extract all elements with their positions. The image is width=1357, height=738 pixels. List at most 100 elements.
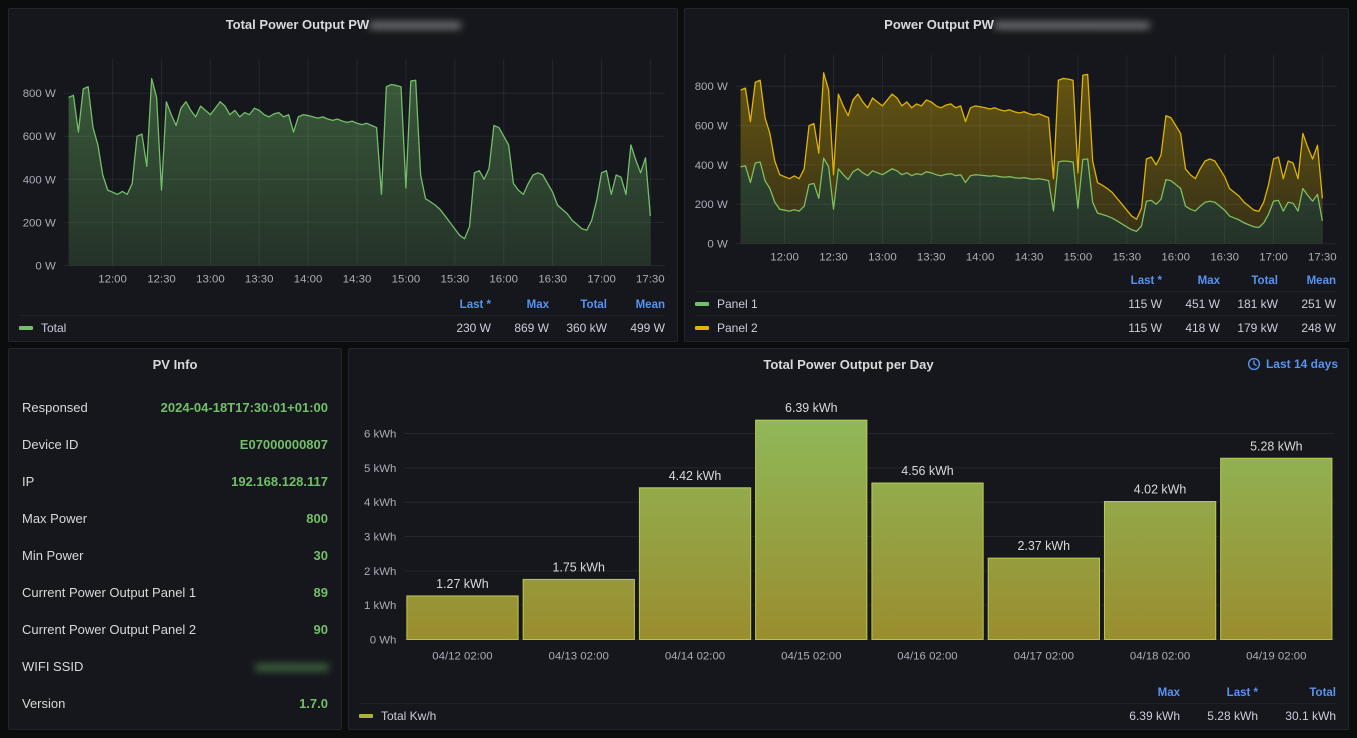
info-row-min-power: Min Power 30: [9, 537, 341, 574]
info-value: 1.7.0: [299, 696, 328, 711]
svg-text:15:30: 15:30: [1113, 251, 1142, 263]
panel-power-output-panels: Power Output PWwwwwwwwwwwwwwwwww 0 W200 …: [684, 8, 1349, 342]
legend-power-output: Last * Max Total Mean Panel 1 115 W 451 …: [695, 271, 1336, 339]
info-value: 192.168.128.117: [231, 474, 328, 489]
svg-text:17:00: 17:00: [1259, 251, 1288, 263]
svg-text:04/19 02:00: 04/19 02:00: [1246, 650, 1306, 662]
info-value: 800: [306, 511, 328, 526]
legend-stat-header-max[interactable]: Max: [1162, 275, 1220, 287]
svg-text:14:30: 14:30: [343, 273, 372, 285]
info-value: 90: [314, 622, 328, 637]
info-value: E07000000807: [240, 437, 328, 452]
svg-text:17:30: 17:30: [636, 273, 665, 285]
svg-text:15:30: 15:30: [441, 273, 470, 285]
svg-text:16:00: 16:00: [489, 273, 518, 285]
svg-text:1.27 kWh: 1.27 kWh: [436, 577, 489, 591]
svg-text:0 Wh: 0 Wh: [370, 634, 397, 646]
svg-text:04/17 02:00: 04/17 02:00: [1014, 650, 1074, 662]
svg-text:800 W: 800 W: [23, 88, 56, 100]
svg-text:04/16 02:00: 04/16 02:00: [897, 650, 957, 662]
stat-last-panel-2: 115 W: [1104, 321, 1162, 335]
svg-text:6.39 kWh: 6.39 kWh: [785, 401, 838, 415]
svg-text:17:00: 17:00: [587, 273, 616, 285]
legend-stat-header-total[interactable]: Total: [1258, 687, 1336, 699]
svg-text:16:30: 16:30: [538, 273, 567, 285]
info-label: Responsed: [22, 400, 88, 415]
legend-stat-header-mean[interactable]: Mean: [607, 299, 665, 311]
series-name-total-kwh[interactable]: Total Kw/h: [381, 709, 436, 723]
info-value: 89: [314, 585, 328, 600]
svg-text:200 W: 200 W: [695, 199, 728, 211]
legend-stat-header-last[interactable]: Last *: [1104, 275, 1162, 287]
svg-text:4 kWh: 4 kWh: [364, 497, 396, 509]
svg-text:16:30: 16:30: [1210, 251, 1239, 263]
series-name-total[interactable]: Total: [41, 321, 66, 335]
legend-item-panel-2[interactable]: Panel 2 115 W 418 W 179 kW 248 W: [695, 315, 1336, 339]
total-power-time-series-chart[interactable]: 0 W200 W400 W600 W800 W12:0012:3013:0013…: [9, 9, 677, 341]
svg-text:04/13 02:00: 04/13 02:00: [549, 650, 609, 662]
legend-item-total[interactable]: Total 230 W 869 W 360 kW 499 W: [19, 315, 665, 339]
info-label: WIFI SSID: [22, 659, 83, 674]
panel-header-pv-info[interactable]: PV Info: [9, 349, 341, 379]
svg-text:0 W: 0 W: [707, 239, 728, 251]
legend-stats-header: Last * Max Total Mean: [695, 271, 1336, 291]
info-row-current-power-panel-2: Current Power Output Panel 2 90: [9, 611, 341, 648]
stat-mean-panel-2: 248 W: [1278, 321, 1336, 335]
svg-text:15:00: 15:00: [392, 273, 421, 285]
legend-stats-header: Last * Max Total Mean: [19, 295, 665, 315]
svg-text:400 W: 400 W: [23, 174, 56, 186]
svg-text:3 kWh: 3 kWh: [364, 531, 396, 543]
svg-text:15:00: 15:00: [1064, 251, 1093, 263]
stat-last-kwh: 5.28 kWh: [1180, 709, 1258, 723]
svg-text:14:00: 14:00: [294, 273, 323, 285]
svg-text:2.37 kWh: 2.37 kWh: [1018, 539, 1071, 553]
stat-total-total: 360 kW: [549, 321, 607, 335]
legend-stat-header-mean[interactable]: Mean: [1278, 275, 1336, 287]
info-value: 2024-04-18T17:30:01+01:00: [161, 400, 328, 415]
svg-text:17:30: 17:30: [1308, 251, 1337, 263]
info-label: Max Power: [22, 511, 87, 526]
series-swatch-panel-1: [695, 302, 709, 306]
panel-power-per-day: Total Power Output per Day Last 14 days …: [348, 348, 1349, 730]
panel-pv-info: PV Info Responsed 2024-04-18T17:30:01+01…: [8, 348, 342, 730]
svg-text:04/12 02:00: 04/12 02:00: [432, 650, 492, 662]
legend-stat-header-last[interactable]: Last *: [433, 299, 491, 311]
legend-stat-header-total[interactable]: Total: [1220, 275, 1278, 287]
info-row-responsed: Responsed 2024-04-18T17:30:01+01:00: [9, 389, 341, 426]
legend-item-total-kwh[interactable]: Total Kw/h 6.39 kWh 5.28 kWh 30.1 kWh: [359, 703, 1336, 727]
svg-text:14:00: 14:00: [966, 251, 995, 263]
svg-text:600 W: 600 W: [23, 131, 56, 143]
info-label: Device ID: [22, 437, 78, 452]
info-row-version: Version 1.7.0: [9, 685, 341, 722]
legend-item-panel-1[interactable]: Panel 1 115 W 451 W 181 kW 251 W: [695, 291, 1336, 315]
stat-total-kwh: 30.1 kWh: [1258, 709, 1336, 723]
info-row-ip: IP 192.168.128.117: [9, 463, 341, 500]
svg-text:13:00: 13:00: [868, 251, 897, 263]
legend-stat-header-max[interactable]: Max: [491, 299, 549, 311]
info-row-max-power: Max Power 800: [9, 500, 341, 537]
svg-text:12:00: 12:00: [98, 273, 127, 285]
series-name-panel-2[interactable]: Panel 2: [717, 321, 758, 335]
svg-text:400 W: 400 W: [695, 160, 728, 172]
series-swatch-total: [19, 326, 33, 330]
stat-max-panel-2: 418 W: [1162, 321, 1220, 335]
svg-text:16:00: 16:00: [1161, 251, 1190, 263]
info-label: Current Power Output Panel 1: [22, 585, 196, 600]
svg-text:12:00: 12:00: [770, 251, 799, 263]
svg-text:5.28 kWh: 5.28 kWh: [1250, 439, 1303, 453]
power-per-day-bar-chart[interactable]: 0 Wh1 kWh2 kWh3 kWh4 kWh5 kWh6 kWh1.27 k…: [349, 349, 1348, 729]
svg-text:0 W: 0 W: [35, 260, 56, 272]
svg-text:04/18 02:00: 04/18 02:00: [1130, 650, 1190, 662]
info-label: Version: [22, 696, 65, 711]
legend-stat-header-max[interactable]: Max: [1102, 687, 1180, 699]
grafana-dashboard: Total Power Output PWwwwwwwwwww 0 W200 W…: [0, 0, 1357, 738]
svg-text:4.56 kWh: 4.56 kWh: [901, 464, 954, 478]
svg-text:800 W: 800 W: [695, 81, 728, 93]
svg-text:1 kWh: 1 kWh: [364, 600, 396, 612]
info-row-current-power-panel-1: Current Power Output Panel 1 89: [9, 574, 341, 611]
legend-stat-header-last[interactable]: Last *: [1180, 687, 1258, 699]
info-label: Min Power: [22, 548, 83, 563]
stat-last-panel-1: 115 W: [1104, 297, 1162, 311]
series-name-panel-1[interactable]: Panel 1: [717, 297, 758, 311]
legend-stat-header-total[interactable]: Total: [549, 299, 607, 311]
